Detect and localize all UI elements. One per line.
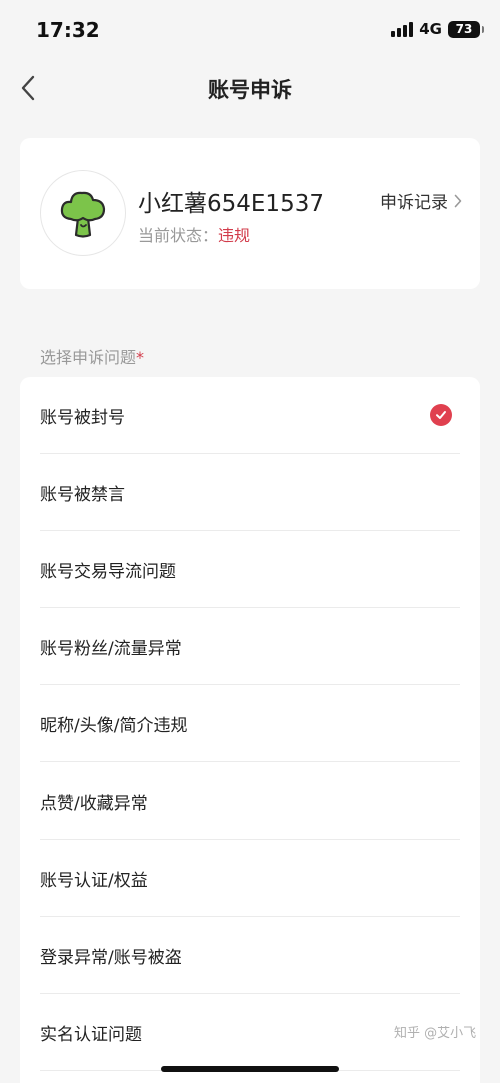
avatar [40,170,126,256]
option-label: 实名认证问题 [40,1025,142,1045]
profile-card: 小红薯654E1537 当前状态：违规 申诉记录 [20,138,480,289]
option-item-4[interactable]: 昵称/头像/简介违规 [40,685,460,762]
signal-icon [391,21,414,37]
option-item-2[interactable]: 账号交易导流问题 [40,531,460,608]
option-item-5[interactable]: 点赞/收藏异常 [40,763,460,840]
account-status: 当前状态：违规 [138,222,250,246]
watermark: 知乎 @艾小飞 [394,1026,477,1041]
option-label: 账号交易导流问题 [40,562,176,582]
option-label: 账号被封号 [40,408,125,428]
option-item-3[interactable]: 账号粉丝/流量异常 [40,608,460,685]
nav-bar: 账号申诉 [0,58,500,118]
option-label: 点赞/收藏异常 [40,794,148,814]
option-label: 账号粉丝/流量异常 [40,639,182,659]
option-label: 登录异常/账号被盗 [40,948,182,968]
battery-level: 73 [455,22,473,36]
appeal-records-label: 申诉记录 [380,193,448,213]
status-label: 当前状态： [138,226,219,245]
section-title-text: 选择申诉问题 [40,348,137,367]
home-indicator [161,1066,339,1072]
section-title: 选择申诉问题* [40,344,144,368]
status-time: 17:32 [36,18,100,42]
status-value: 违规 [218,226,251,245]
option-label: 昵称/头像/简介违规 [40,716,188,736]
options-list: 账号被封号 账号被禁言 账号交易导流问题 账号粉丝/流量异常 昵称/头像/简介违… [20,377,480,1083]
option-item-7[interactable]: 登录异常/账号被盗 [40,917,460,994]
status-bar: 17:32 4G 73 [0,0,500,58]
broccoli-icon [60,191,106,238]
option-item-1[interactable]: 账号被禁言 [40,454,460,531]
network-label: 4G [419,20,442,38]
status-indicators: 4G 73 [391,20,484,38]
check-circle-icon [430,404,452,426]
chevron-right-icon [454,194,462,207]
option-item-6[interactable]: 账号认证/权益 [40,840,460,917]
appeal-records-link[interactable]: 申诉记录 [380,188,462,213]
username: 小红薯654E1537 [138,191,324,217]
option-label: 账号被禁言 [40,485,125,505]
option-label: 账号认证/权益 [40,871,148,891]
required-mark: * [136,348,145,367]
option-item-0[interactable]: 账号被封号 [40,377,460,454]
battery-icon: 73 [448,20,484,38]
page-title: 账号申诉 [208,78,292,102]
